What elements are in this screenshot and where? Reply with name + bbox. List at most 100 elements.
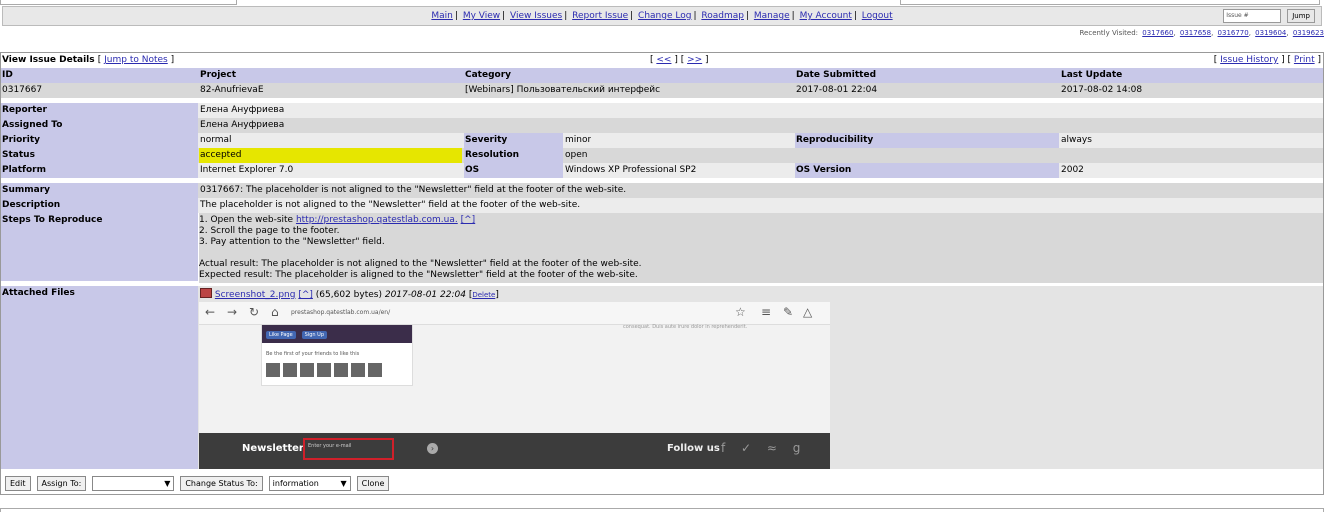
- os-label: OS: [464, 163, 563, 178]
- clone-button[interactable]: Clone: [356, 476, 390, 491]
- platform-row: Platform Internet Explorer 7.0 OS Window…: [1, 163, 1323, 178]
- steps-link-popup[interactable]: [^]: [461, 215, 476, 225]
- fb-signup-button: Sign Up: [301, 331, 328, 339]
- severity-label: Severity: [464, 133, 563, 148]
- issue-category: [Webinars] Пользовательский интерфейс: [465, 85, 661, 95]
- col-category: Category: [465, 70, 512, 80]
- nav-logout[interactable]: Logout: [862, 11, 893, 21]
- step-1: 1. Open the web-site http://prestashop.q…: [199, 215, 1323, 226]
- issue-history-link[interactable]: Issue History: [1220, 55, 1278, 65]
- col-last-update: Last Update: [1061, 70, 1123, 80]
- attachment-size: (65,602 bytes): [315, 290, 382, 300]
- platform-label: Platform: [1, 163, 198, 178]
- attachment-delete-link[interactable]: Delete: [472, 291, 495, 299]
- recent-item[interactable]: 0319604: [1255, 29, 1286, 37]
- issue-project: 82-AnufrievaE: [200, 85, 264, 95]
- attachment-link[interactable]: Screenshot_2.png: [215, 290, 296, 300]
- status-select-value: information: [272, 479, 319, 488]
- social-icons: f ✓ ≈ g: [721, 441, 807, 455]
- summary-value: 0317667: The placeholder is not aligned …: [200, 185, 627, 195]
- reproducibility-label: Reproducibility: [795, 133, 1059, 148]
- summary-row: Summary 0317667: The placeholder is not …: [1, 183, 1323, 198]
- top-right-box: [900, 0, 1320, 5]
- description-row: Description The placeholder is not align…: [1, 198, 1323, 213]
- action-bar: Edit Assign To: ▼ Change Status To: info…: [5, 476, 390, 491]
- issue-header-row: View Issue Details [ Jump to Notes ] [ <…: [1, 53, 1323, 68]
- platform-value: Internet Explorer 7.0: [200, 165, 294, 175]
- steps-link[interactable]: http://prestashop.qatestlab.com.ua.: [296, 215, 458, 225]
- menu-icon: ≡: [761, 305, 772, 319]
- main-nav: Main | My View | View Issues | Report Issue…: [2, 6, 1322, 26]
- issue-number-input[interactable]: Issue #: [1223, 9, 1282, 23]
- resolution-label: Resolution: [464, 148, 563, 163]
- col-date-submitted: Date Submitted: [796, 70, 877, 80]
- nav-links: Main | My View | View Issues | Report Issue…: [431, 11, 893, 21]
- steps-value: 1. Open the web-site http://prestashop.q…: [199, 213, 1323, 283]
- assigned-label: Assigned To: [1, 118, 198, 133]
- next-issue-link[interactable]: >>: [687, 55, 702, 65]
- issue-details-frame: View Issue Details [ Jump to Notes ] [ <…: [0, 52, 1324, 495]
- nav-roadmap[interactable]: Roadmap: [701, 11, 744, 21]
- facebook-widget: Like Page Sign Up Be the first of your f…: [261, 324, 413, 386]
- fb-text: Be the first of your friends to like thi…: [266, 351, 360, 357]
- chevron-down-icon: ▼: [340, 479, 347, 488]
- status-select[interactable]: information ▼: [268, 476, 351, 491]
- attachment-popup-link[interactable]: [^]: [298, 290, 313, 300]
- reporter-value: Елена Ануфриева: [200, 105, 285, 115]
- follow-us-label: Follow us: [667, 443, 720, 454]
- prev-issue-link[interactable]: <<: [656, 55, 671, 65]
- print-link[interactable]: Print: [1294, 55, 1315, 65]
- os-version-label: OS Version: [795, 163, 1059, 178]
- recent-item[interactable]: 0317658: [1180, 29, 1211, 37]
- attachment-preview[interactable]: ← → ↻ ⌂ prestashop.qatestlab.com.ua/en/ …: [199, 302, 830, 469]
- issue-pager: [ << ] [ >> ]: [650, 55, 709, 65]
- newsletter-label: Newsletter: [242, 443, 304, 454]
- star-icon: ☆: [735, 305, 746, 319]
- severity-value: minor: [565, 135, 592, 145]
- os-version-value: 2002: [1061, 165, 1084, 175]
- expected-result: Expected result: The placeholder is alig…: [199, 270, 638, 280]
- reproducibility-value: always: [1061, 135, 1092, 145]
- reporter-row: Reporter Елена Ануфриева: [1, 103, 1323, 118]
- browser-url: prestashop.qatestlab.com.ua/en/: [291, 309, 391, 316]
- edit-button[interactable]: Edit: [5, 476, 31, 491]
- col-project: Project: [200, 70, 237, 80]
- nav-my-account[interactable]: My Account: [800, 11, 852, 21]
- recently-visited: Recently Visited: 0317660, 0317658, 0316…: [1079, 29, 1324, 37]
- issue-title: View Issue Details: [2, 55, 95, 65]
- col-id: ID: [2, 70, 13, 80]
- refresh-icon: ↻: [249, 305, 260, 319]
- os-value: Windows XP Professional SP2: [565, 165, 697, 175]
- step-3: 3. Pay attention to the "Newsletter" fie…: [199, 237, 385, 247]
- change-status-button[interactable]: Change Status To:: [180, 476, 263, 491]
- nav-report-issue[interactable]: Report Issue: [572, 11, 628, 21]
- description-label: Description: [1, 198, 198, 213]
- fb-header: Like Page Sign Up: [262, 325, 412, 343]
- columns-header-row: ID Project Category Date Submitted Last …: [1, 68, 1323, 83]
- assign-to-button[interactable]: Assign To:: [36, 476, 87, 491]
- issue-id: 0317667: [2, 85, 43, 95]
- priority-label: Priority: [1, 133, 198, 148]
- attachment-date: 2017-08-01 22:04: [384, 290, 466, 300]
- recent-item[interactable]: 0316770: [1218, 29, 1249, 37]
- nav-change-log[interactable]: Change Log: [638, 11, 691, 21]
- home-icon: ⌂: [271, 305, 279, 319]
- issue-date-submitted: 2017-08-01 22:04: [796, 85, 878, 95]
- recent-item[interactable]: 0319623: [1293, 29, 1324, 37]
- steps-label: Steps To Reproduce: [1, 213, 198, 281]
- forward-icon: →: [227, 305, 238, 319]
- summary-label: Summary: [1, 183, 198, 198]
- jump-button[interactable]: Jump: [1287, 9, 1315, 23]
- fb-like-button: Like Page: [266, 331, 296, 339]
- edit-icon: ✎: [783, 305, 794, 319]
- nav-manage[interactable]: Manage: [754, 11, 790, 21]
- lorem-text: consequat. Duis aute irure dolor in repr…: [623, 324, 748, 330]
- recent-item[interactable]: 0317660: [1142, 29, 1173, 37]
- nav-main[interactable]: Main: [431, 11, 453, 21]
- nav-my-view[interactable]: My View: [463, 11, 500, 21]
- jump-to-notes-link[interactable]: Jump to Notes: [104, 55, 168, 65]
- reporter-label: Reporter: [1, 103, 198, 118]
- status-label: Status: [1, 148, 198, 163]
- nav-view-issues[interactable]: View Issues: [510, 11, 562, 21]
- assign-to-select[interactable]: ▼: [92, 476, 175, 491]
